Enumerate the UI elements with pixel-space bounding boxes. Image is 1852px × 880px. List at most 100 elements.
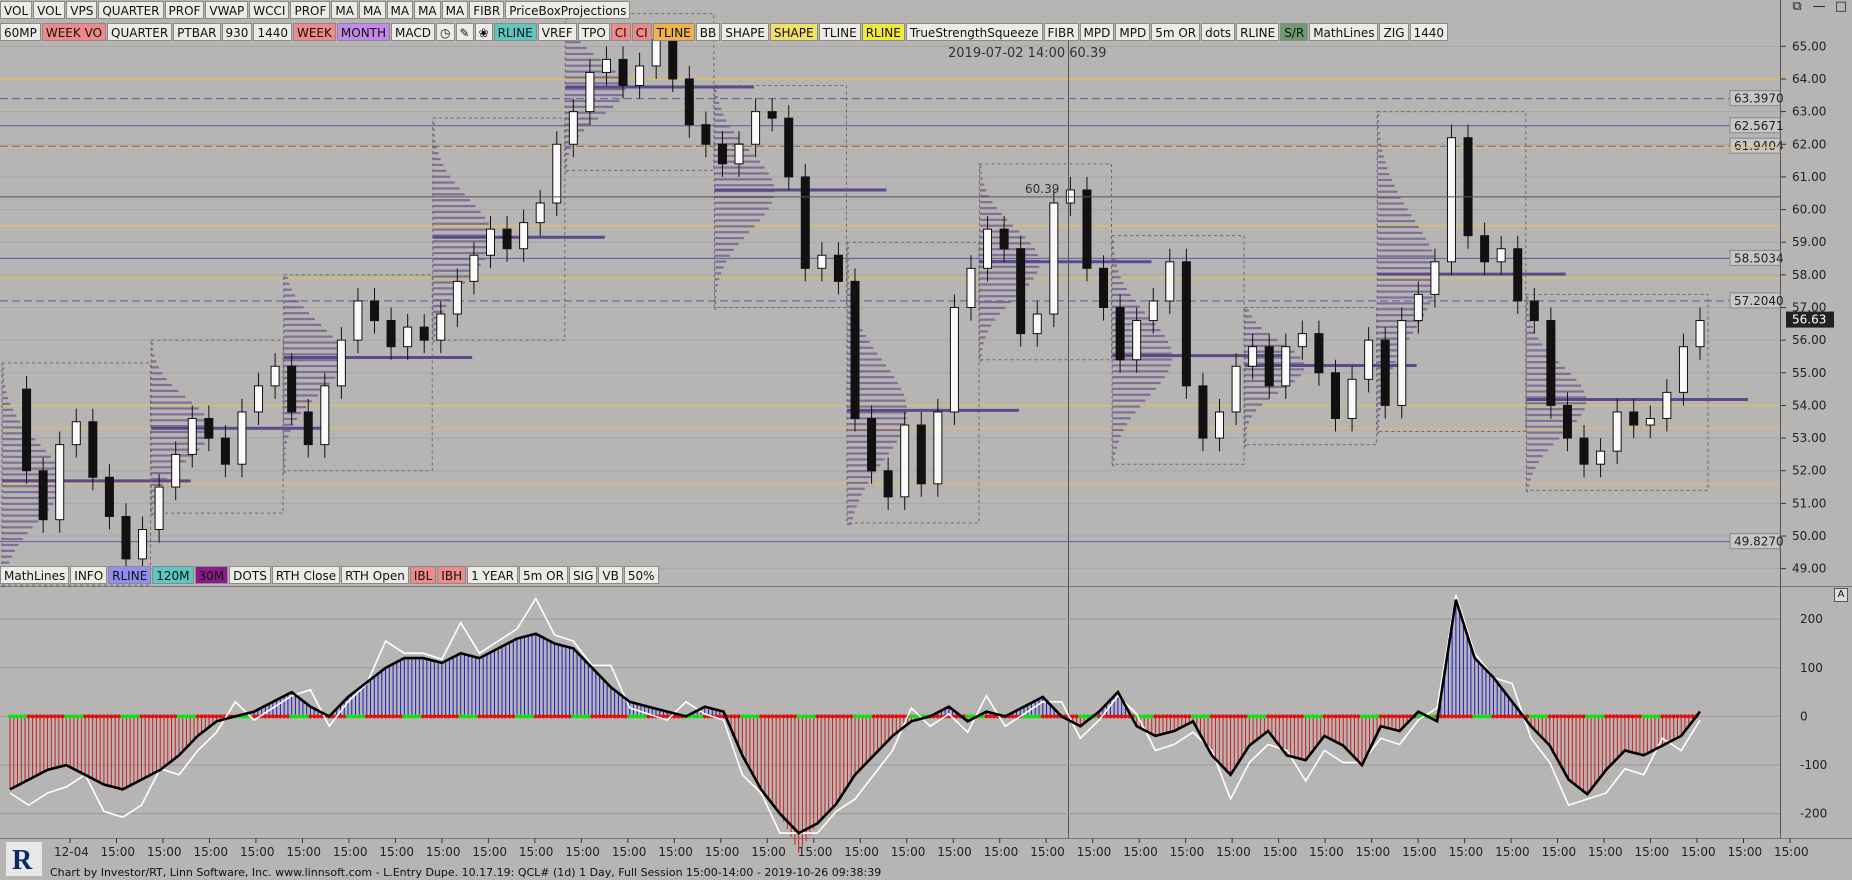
tool-button-rline[interactable]: RLINE [861, 23, 905, 41]
volume-profile-bar [1112, 393, 1151, 396]
squeeze-dot [113, 714, 118, 719]
indicator-button-vps[interactable]: VPS [66, 1, 98, 19]
overlay-button-ibl[interactable]: IBL [409, 566, 437, 584]
indicator-button-vol[interactable]: VOL [33, 1, 66, 19]
tool-button-macd[interactable]: MACD [391, 23, 436, 41]
indicator-button-ma[interactable]: MA [386, 1, 414, 19]
tool-button-ci[interactable]: CI [631, 23, 652, 41]
indicator-button-prof[interactable]: PROF [164, 1, 205, 19]
tool-button-s-r[interactable]: S/R [1280, 23, 1309, 41]
indicator-button-vwap[interactable]: VWAP [205, 1, 249, 19]
tool-button-dots[interactable]: dots [1201, 23, 1236, 41]
tool-button-rline[interactable]: RLINE [1236, 23, 1280, 41]
tool-button-rline[interactable]: RLINE [493, 23, 537, 41]
price-chart[interactable]: 65.00 64.00 63.00 62.00 61.00 60.00 59.00 58.00… [0, 0, 1852, 880]
candle-up [254, 385, 264, 413]
tool-button-week[interactable]: WEEK [292, 23, 336, 41]
tool-button-bb[interactable]: BB [695, 23, 721, 41]
tool-button-month[interactable]: MONTH [336, 23, 391, 41]
maximize-window-button[interactable]: □ [1830, 0, 1852, 16]
volume-profile-bar [432, 299, 451, 302]
tool-button-quarter[interactable]: QUARTER [107, 23, 173, 41]
tool-button-truestrengthsqueeze[interactable]: TrueStrengthSqueeze [905, 23, 1043, 41]
indicator-button-quarter[interactable]: QUARTER [98, 1, 164, 19]
squeeze-dot [86, 714, 91, 719]
tool-button-week-vo[interactable]: WEEK VO [41, 23, 107, 41]
overlay-button-1-year[interactable]: 1 YEAR [467, 566, 519, 584]
overlay-button-sig[interactable]: SIG [568, 566, 598, 584]
tool-button-tpo[interactable]: TPO [577, 23, 610, 41]
pencil-icon[interactable]: ✎ [455, 23, 474, 41]
clock-icon[interactable]: ◷ [436, 23, 455, 41]
tool-button-ptbar[interactable]: PTBAR [173, 23, 221, 41]
squeeze-dot [1397, 714, 1402, 719]
tool-button-fibr[interactable]: FIBR [1043, 23, 1079, 41]
squeeze-dot [477, 714, 482, 719]
minimize-window-button[interactable]: — [1808, 0, 1830, 16]
tool-button-vref[interactable]: VREF [537, 23, 577, 41]
indicator-button-fibr[interactable]: FIBR [469, 1, 505, 19]
candle-down [1198, 385, 1208, 439]
tool-button-mpd[interactable]: MPD [1115, 23, 1151, 41]
overlay-button-vb[interactable]: VB [598, 566, 623, 584]
volume-profile-bar [283, 323, 321, 327]
squeeze-dot [1206, 714, 1211, 719]
restore-window-button[interactable]: ⧉ [1786, 0, 1808, 16]
indicator-button-vol[interactable]: VOL [0, 1, 33, 19]
tool-button-zig[interactable]: ZIG [1379, 23, 1409, 41]
squeeze-dot [1029, 714, 1034, 719]
overlay-button-rth-close[interactable]: RTH Close [271, 566, 341, 584]
volume-profile-bar [847, 458, 885, 461]
tool-button-shape[interactable]: SHAPE [721, 23, 769, 41]
time-tick-label: 15:00 [844, 845, 879, 859]
squeeze-dot [15, 714, 20, 719]
volume-profile-bar [1377, 267, 1437, 270]
volume-profile-bar [1377, 243, 1430, 246]
indicator-button-ma[interactable]: MA [414, 1, 441, 19]
candle-up [1132, 320, 1142, 361]
refresh-icon[interactable]: ❀ [474, 23, 493, 41]
candle-down [370, 300, 380, 322]
tool-button-mpd[interactable]: MPD [1079, 23, 1115, 41]
overlay-button-ibh[interactable]: IBH [437, 566, 467, 584]
overlay-button-50-[interactable]: 50% [623, 566, 659, 584]
squeeze-dot [1371, 714, 1376, 719]
overlay-button-5m-or[interactable]: 5m OR [519, 566, 568, 584]
indicator-button-ma[interactable]: MA [331, 1, 358, 19]
volume-profile-bar [432, 122, 435, 125]
tool-button-1440[interactable]: 1440 [1409, 23, 1449, 41]
overlay-button-dots[interactable]: DOTS [229, 566, 271, 584]
overlay-button-rline[interactable]: RLINE [108, 566, 152, 584]
tool-button-930[interactable]: 930 [221, 23, 253, 41]
overlay-button-30m[interactable]: 30M [194, 566, 229, 584]
squeeze-dot [747, 714, 752, 719]
tool-button-1440[interactable]: 1440 [253, 23, 292, 41]
volume-profile-bar [1377, 220, 1416, 223]
overlay-button-info[interactable]: INFO [70, 566, 108, 584]
overlay-button-rth-open[interactable]: RTH Open [341, 566, 409, 584]
squeeze-dot [289, 714, 294, 719]
indicator-button-ma[interactable]: MA [441, 1, 469, 19]
squeeze-dot [98, 714, 103, 719]
overlay-button-mathlines[interactable]: MathLines [0, 566, 70, 584]
volume-profile-bar [714, 131, 735, 134]
tool-button-5m-or[interactable]: 5m OR [1151, 23, 1201, 41]
squeeze-dot [451, 714, 456, 719]
tool-button-tline[interactable]: TLINE [818, 23, 861, 41]
tool-button-ci[interactable]: CI [610, 23, 631, 41]
indicator-button-prof[interactable]: PROF [290, 1, 331, 19]
tool-button-tline[interactable]: TLINE [652, 23, 695, 41]
indicator-button-ma[interactable]: MA [358, 1, 386, 19]
indicator-button-priceboxprojections[interactable]: PriceBoxProjections [505, 1, 631, 19]
indicator-button-wcci[interactable]: WCCI [249, 1, 290, 19]
time-tick-label: 15:00 [1077, 845, 1112, 859]
squeeze-dot [263, 714, 268, 719]
tool-button-60mp[interactable]: 60MP [0, 23, 41, 41]
candle-up [138, 529, 148, 560]
volume-profile-bar [432, 187, 460, 190]
volume-profile-bar [1377, 237, 1426, 240]
tool-button-shape[interactable]: SHAPE [769, 23, 818, 41]
overlay-button-120m[interactable]: 120M [152, 566, 194, 584]
squeeze-dot [1344, 714, 1349, 719]
tool-button-mathlines[interactable]: MathLines [1309, 23, 1379, 41]
